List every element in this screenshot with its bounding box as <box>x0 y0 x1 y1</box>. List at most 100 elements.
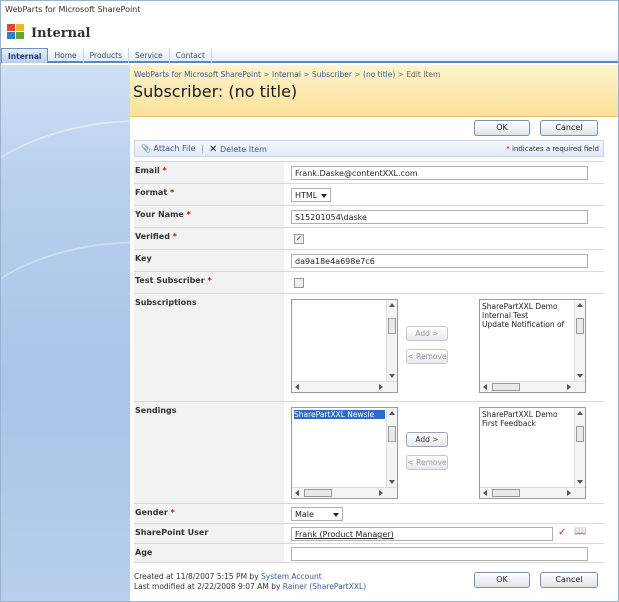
sharepoint-user-field[interactable]: Frank (Product Manager) <box>291 527 553 541</box>
subscriptions-add-button[interactable]: Add > <box>406 326 448 341</box>
scroll-down-icon <box>577 374 583 378</box>
attach-file-button[interactable]: 📎 Attach File <box>141 144 195 153</box>
scroll-right-icon <box>379 384 383 390</box>
age-field[interactable] <box>291 547 588 561</box>
vertical-scrollbar[interactable] <box>386 300 397 381</box>
sendings-available-list[interactable]: SharePartXXL Newsle <box>291 407 398 499</box>
page-title: Subscriber: (no title) <box>133 82 298 101</box>
address-book-icon[interactable]: 📖 <box>574 526 586 537</box>
breadcrumb-current: Edit Item <box>406 70 441 79</box>
vertical-scrollbar[interactable] <box>574 300 585 381</box>
gender-row: Gender * Male <box>134 503 604 523</box>
breadcrumb-internal[interactable]: Internal <box>272 70 301 79</box>
tab-home[interactable]: Home <box>48 48 84 63</box>
vertical-scrollbar[interactable] <box>574 408 585 487</box>
top-bar: WebParts for Microsoft SharePoint <box>1 1 618 18</box>
paperclip-icon: 📎 <box>141 144 151 153</box>
scroll-left-icon <box>295 384 299 390</box>
site-logo-icon <box>7 24 25 40</box>
list-item[interactable]: Update Notification of <box>482 320 573 329</box>
sendings-selected-list[interactable]: SharePartXXL Demo First Feedback <box>479 407 586 499</box>
top-nav-tabs: Internal Home Products Service Contact <box>1 48 618 63</box>
gender-select[interactable]: Male <box>291 507 343 521</box>
cancel-button-bottom[interactable]: Cancel <box>540 572 598 588</box>
dropdown-arrow-icon <box>333 513 339 517</box>
left-navigation-panel <box>1 65 130 601</box>
list-item[interactable]: SharePartXXL Demo <box>482 410 573 419</box>
breadcrumb: WebParts for Microsoft SharePoint > Inte… <box>134 70 441 79</box>
sharepoint-user-row: SharePoint User Frank (Product Manager) … <box>134 523 604 543</box>
email-row: Email * Frank.Daske@contentXXL.com <box>134 161 604 183</box>
key-row: Key da9a18e4a698e7c6 <box>134 249 604 271</box>
list-item[interactable]: SharePartXXL Newsle <box>294 410 385 419</box>
list-item[interactable]: Internal Test <box>482 311 573 320</box>
breadcrumb-item[interactable]: (no title) <box>363 70 395 79</box>
required-field-note: * indicates a required field <box>506 145 599 153</box>
subscriptions-available-list[interactable] <box>291 299 398 393</box>
site-link[interactable]: WebParts for Microsoft SharePoint <box>5 5 140 14</box>
scroll-up-icon <box>577 303 583 307</box>
verified-row: Verified * ✓ <box>134 227 604 249</box>
age-row: Age <box>134 543 604 563</box>
sharepoint-user-label: SharePoint User <box>134 524 284 543</box>
modified-info: Last modified at 2/22/2008 9:07 AM by Ra… <box>134 582 367 591</box>
sendings-row: Sendings SharePartXXL Newsle Add > < Rem… <box>134 401 604 503</box>
format-label: Format * <box>134 184 284 205</box>
created-info: Created at 11/8/2007 5:15 PM by System A… <box>134 572 322 581</box>
breadcrumb-subscriber[interactable]: Subscriber <box>312 70 352 79</box>
sendings-add-button[interactable]: Add > <box>406 432 448 447</box>
created-by-link[interactable]: System Account <box>261 572 322 581</box>
dropdown-arrow-icon <box>321 194 327 198</box>
ok-button-top[interactable]: OK <box>474 120 530 136</box>
scroll-down-icon <box>389 480 395 484</box>
check-names-icon[interactable]: ✓ <box>558 527 566 538</box>
test-subscriber-checkbox[interactable] <box>294 278 304 288</box>
list-item[interactable]: SharePartXXL Demo <box>482 302 573 311</box>
list-item[interactable]: First Feedback <box>482 419 573 428</box>
sendings-label: Sendings <box>134 402 284 503</box>
tab-internal[interactable]: Internal <box>1 48 49 63</box>
scroll-up-icon <box>389 411 395 415</box>
email-label: Email * <box>134 162 284 183</box>
cancel-button-top[interactable]: Cancel <box>540 120 598 136</box>
scroll-down-icon <box>389 374 395 378</box>
horizontal-scrollbar[interactable] <box>480 487 585 498</box>
gender-label: Gender * <box>134 504 284 523</box>
tab-contact[interactable]: Contact <box>170 48 212 63</box>
tab-service[interactable]: Service <box>129 48 170 63</box>
horizontal-scrollbar[interactable] <box>292 487 397 498</box>
age-label: Age <box>134 544 284 562</box>
key-label: Key <box>134 250 284 271</box>
subscriptions-label: Subscriptions <box>134 294 284 401</box>
tab-products[interactable]: Products <box>84 48 130 63</box>
form-toolbar: 📎 Attach File | ✕ Delete Item * indicate… <box>134 140 604 157</box>
title-bar <box>1 18 618 48</box>
scroll-right-icon <box>567 384 571 390</box>
modified-by-link[interactable]: Rainer (SharePartXXL) <box>283 582 366 591</box>
scroll-right-icon <box>379 490 383 496</box>
subscriptions-row: Subscriptions Add > < Remove SharePartXX… <box>134 293 604 401</box>
your-name-label: Your Name * <box>134 206 284 227</box>
ok-button-bottom[interactable]: OK <box>474 572 530 588</box>
scroll-down-icon <box>577 480 583 484</box>
your-name-row: Your Name * S15201054\daske <box>134 205 604 227</box>
key-field[interactable]: da9a18e4a698e7c6 <box>291 254 588 268</box>
breadcrumb-site[interactable]: WebParts for Microsoft SharePoint <box>134 70 261 79</box>
sendings-remove-button[interactable]: < Remove <box>406 455 448 470</box>
subscriptions-selected-list[interactable]: SharePartXXL Demo Internal Test Update N… <box>479 299 586 393</box>
vertical-scrollbar[interactable] <box>386 408 397 487</box>
delete-x-icon: ✕ <box>209 144 218 155</box>
email-field[interactable]: Frank.Daske@contentXXL.com <box>291 166 588 180</box>
verified-label: Verified * <box>134 228 284 249</box>
horizontal-scrollbar[interactable] <box>480 381 585 392</box>
format-select[interactable]: HTML <box>291 188 331 202</box>
edit-form: OK Cancel 📎 Attach File | ✕ Delete Item … <box>130 117 618 601</box>
subscriptions-remove-button[interactable]: < Remove <box>406 349 448 364</box>
verified-checkbox[interactable]: ✓ <box>294 234 304 244</box>
test-subscriber-row: Test Subscriber * <box>134 271 604 293</box>
test-subscriber-label: Test Subscriber * <box>134 272 284 293</box>
your-name-field[interactable]: S15201054\daske <box>291 210 588 224</box>
scroll-left-icon <box>295 490 299 496</box>
delete-item-button[interactable]: ✕ Delete Item <box>209 144 267 155</box>
horizontal-scrollbar[interactable] <box>292 381 397 392</box>
